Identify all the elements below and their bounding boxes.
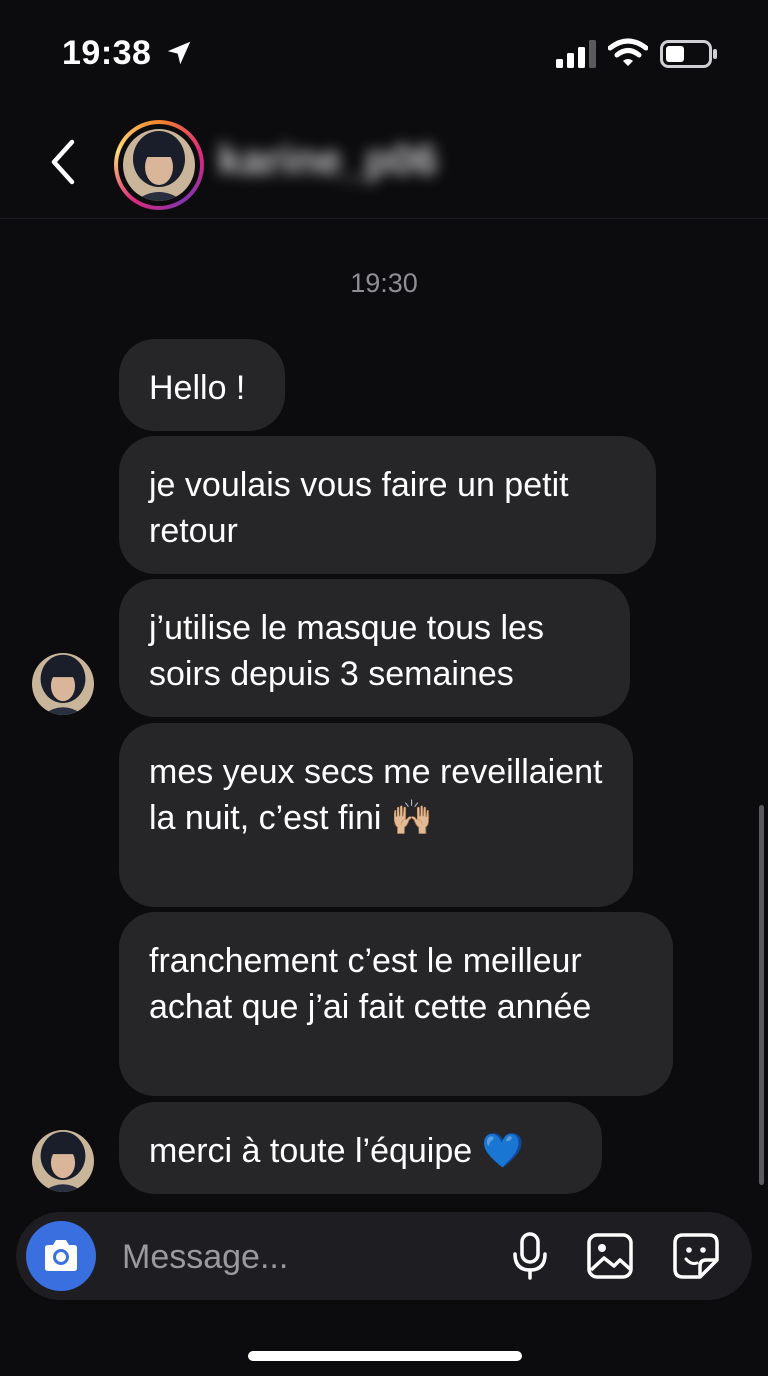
profile-avatar[interactable] (114, 120, 204, 210)
chat-header: karine_p06 (0, 110, 768, 219)
avatar (123, 129, 195, 201)
location-arrow-icon (167, 41, 191, 65)
camera-button[interactable] (26, 1221, 96, 1291)
message-bubble[interactable]: je voulais vous faire un petit retour (119, 436, 656, 574)
message-bubble[interactable]: franchement c’est le meilleur achat que … (119, 912, 673, 1096)
gallery-icon[interactable] (586, 1232, 634, 1280)
message-bubble[interactable]: mes yeux secs me reveillaient la nuit, c… (119, 723, 633, 907)
scrollbar[interactable] (759, 805, 764, 1185)
message-text: franchement c’est le meilleur achat que … (149, 942, 592, 1026)
message-composer (16, 1212, 752, 1300)
sender-avatar[interactable] (32, 653, 94, 715)
message-text: Hello ! (149, 369, 246, 407)
sender-avatar[interactable] (32, 1130, 94, 1192)
message-text: j’utilise le masque tous les soirs depui… (149, 609, 544, 693)
message-text: je voulais vous faire un petit retour (149, 466, 569, 550)
sticker-icon[interactable] (672, 1232, 720, 1280)
message-text: mes yeux secs me reveillaient la nuit, c… (149, 753, 603, 837)
message-bubble[interactable]: Hello ! (119, 339, 285, 431)
message-timestamp: 19:30 (350, 268, 418, 298)
microphone-icon[interactable] (510, 1232, 550, 1280)
signal-icon (556, 40, 596, 68)
home-indicator[interactable] (248, 1351, 522, 1361)
camera-icon (45, 1240, 77, 1271)
status-bar: 19:38 (0, 0, 768, 110)
status-time: 19:38 (62, 34, 152, 72)
battery-icon (660, 40, 717, 68)
back-chevron-icon[interactable] (44, 136, 84, 188)
username[interactable]: karine_p06 (218, 136, 437, 184)
message-input[interactable] (120, 1230, 484, 1284)
wifi-icon (608, 38, 648, 66)
message-bubble[interactable]: j’utilise le masque tous les soirs depui… (119, 579, 630, 717)
message-bubble[interactable]: merci à toute l’équipe 💙 (119, 1102, 602, 1194)
message-text: merci à toute l’équipe 💙 (149, 1132, 524, 1170)
